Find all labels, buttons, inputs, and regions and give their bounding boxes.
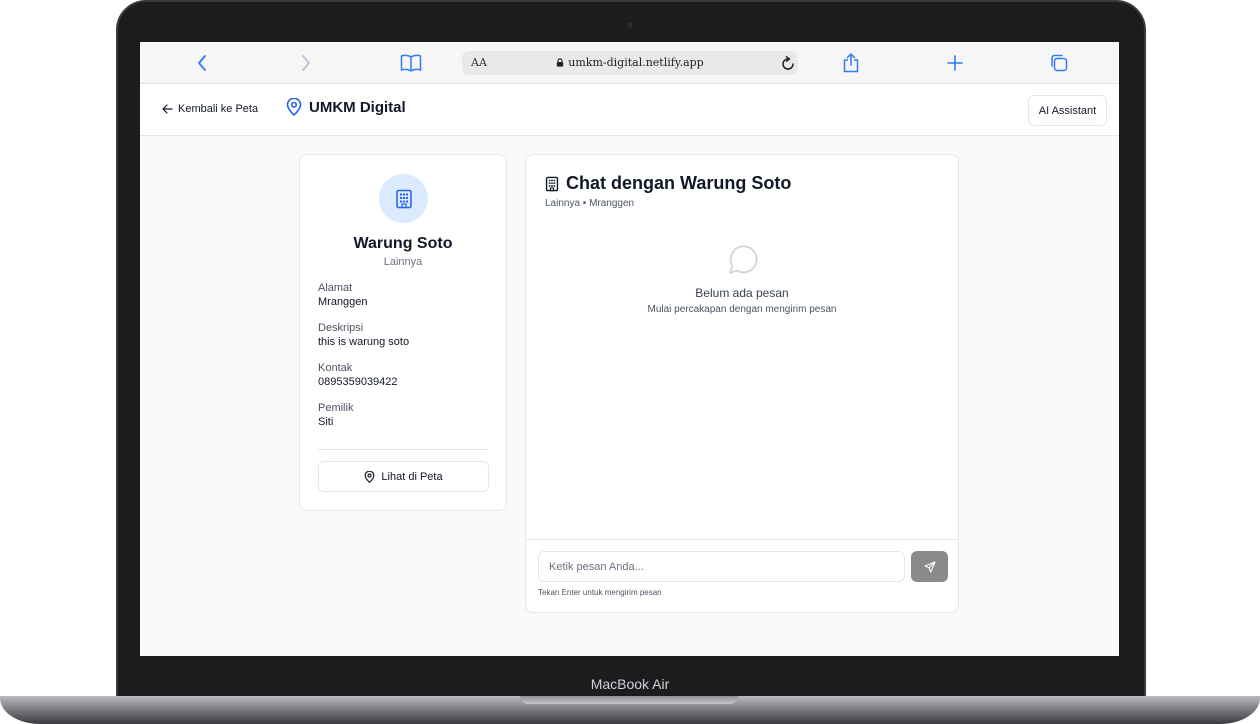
url-display: umkm-digital.netlify.app <box>462 56 798 69</box>
back-to-map-link[interactable]: Kembali ke Peta <box>162 103 258 115</box>
lock-icon <box>557 58 564 67</box>
field-value: 0895359039422 <box>318 376 398 388</box>
device-label: MacBook Air <box>590 676 670 692</box>
chat-title-text: Chat dengan Warung Soto <box>566 173 792 193</box>
divider <box>318 449 488 450</box>
field-value: Siti <box>318 416 334 428</box>
business-name: Warung Soto <box>353 235 453 252</box>
reload-icon[interactable] <box>778 51 798 77</box>
view-on-map-label: Lihat di Peta <box>381 470 443 483</box>
chat-panel: Chat dengan Warung Soto Lainnya • Mrangg… <box>525 154 959 613</box>
divider <box>526 539 958 540</box>
back-link-label: Kembali ke Peta <box>178 103 259 115</box>
empty-state-subtitle: Mulai percakapan dengan mengirim pesan <box>647 304 837 315</box>
tabs-overview-icon[interactable] <box>1048 50 1070 76</box>
location-pin-icon <box>286 98 302 116</box>
address-bar[interactable]: AA umkm-digital.netlify.app <box>462 51 798 75</box>
chat-subtitle: Lainnya • Mranggen <box>545 198 635 209</box>
laptop-notch <box>520 696 738 704</box>
empty-state-title: Belum ada pesan <box>695 286 789 300</box>
camera <box>627 22 633 28</box>
url-text: umkm-digital.netlify.app <box>568 56 704 69</box>
field-description: Deskripsi this is warung soto <box>318 321 409 349</box>
forward-chevron-icon[interactable] <box>296 50 316 76</box>
chat-title: Chat dengan Warung Soto <box>545 173 791 194</box>
building-icon <box>545 176 559 191</box>
app-header: Kembali ke Peta UMKM Digital AI Assistan… <box>140 84 1119 136</box>
field-label: Deskripsi <box>318 322 364 334</box>
business-info-card: Warung Soto Lainnya Alamat Mranggen Desk… <box>299 154 507 511</box>
arrow-left-icon <box>162 104 173 114</box>
send-icon <box>923 560 936 573</box>
message-input[interactable] <box>538 551 905 582</box>
business-avatar <box>379 174 428 223</box>
send-button[interactable] <box>911 551 948 582</box>
back-chevron-icon[interactable] <box>192 50 212 76</box>
message-circle-icon <box>729 245 758 274</box>
building-icon <box>395 189 412 208</box>
field-owner: Pemilik Siti <box>318 401 353 429</box>
screen: AA umkm-digital.netlify.app Kembali ke P… <box>140 42 1119 656</box>
location-pin-icon <box>364 470 375 483</box>
field-value: Mranggen <box>318 296 368 308</box>
field-label: Pemilik <box>318 402 354 414</box>
brand-name: UMKM Digital <box>309 98 406 116</box>
ai-assistant-button[interactable]: AI Assistant <box>1028 95 1107 126</box>
business-category: Lainnya <box>383 256 423 268</box>
brand-logo: UMKM Digital <box>286 98 406 116</box>
share-icon[interactable] <box>840 50 862 76</box>
field-value: this is warung soto <box>318 336 410 348</box>
field-address: Alamat Mranggen <box>318 281 368 309</box>
new-tab-plus-icon[interactable] <box>944 50 966 76</box>
field-contact: Kontak 0895359039422 <box>318 361 398 389</box>
bookmarks-book-icon[interactable] <box>398 50 424 76</box>
field-label: Kontak <box>318 362 353 374</box>
browser-toolbar: AA umkm-digital.netlify.app <box>140 42 1119 84</box>
field-label: Alamat <box>318 282 353 294</box>
input-hint: Tekan Enter untuk mengirim pesan <box>538 588 662 597</box>
view-on-map-button[interactable]: Lihat di Peta <box>318 461 489 492</box>
